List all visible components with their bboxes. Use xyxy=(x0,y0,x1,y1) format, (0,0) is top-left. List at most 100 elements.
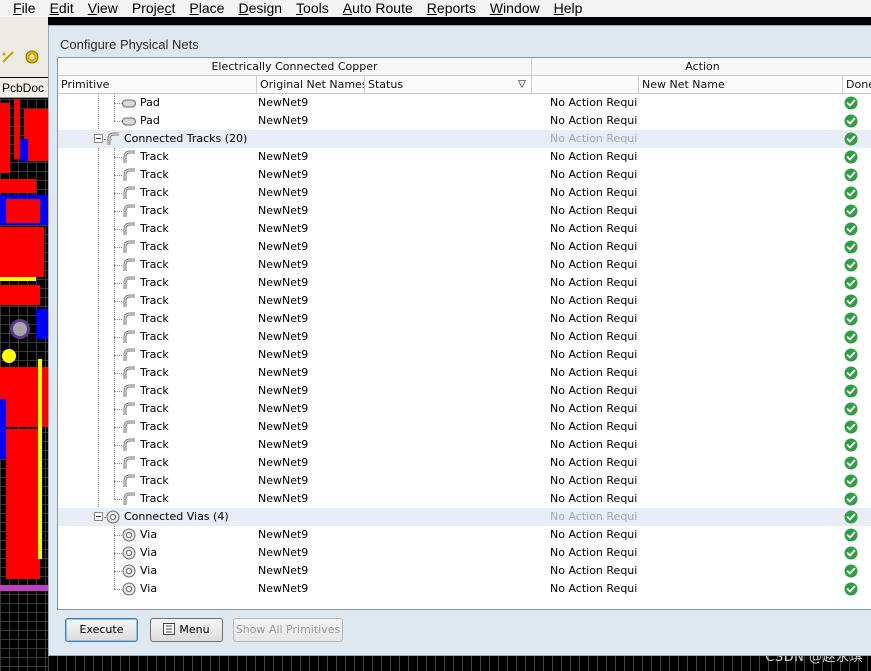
group-row[interactable]: Connected Tracks (20) No Action Requir xyxy=(58,130,871,148)
menu-window[interactable]: Window xyxy=(483,1,547,16)
menu-file[interactable]: File xyxy=(0,1,43,16)
original-net-cell xyxy=(258,130,364,148)
menu-auto-route[interactable]: Auto Route xyxy=(336,1,420,16)
done-check-icon xyxy=(844,492,858,506)
table-row[interactable]: Track NewNet9 No Action Requir xyxy=(58,472,871,490)
action-cell[interactable]: No Action Requir xyxy=(550,508,638,526)
table-row[interactable]: Pad NewNet9 No Action Requir xyxy=(58,94,871,112)
table-row[interactable]: Track NewNet9 No Action Requir xyxy=(58,436,871,454)
menu-view[interactable]: View xyxy=(81,1,125,16)
table-row[interactable]: Track NewNet9 No Action Requir xyxy=(58,166,871,184)
action-cell[interactable]: No Action Requir xyxy=(550,220,638,238)
action-cell[interactable]: No Action Requir xyxy=(550,274,638,292)
action-cell[interactable]: No Action Requir xyxy=(550,454,638,472)
table-row[interactable]: Track NewNet9 No Action Requir xyxy=(58,454,871,472)
table-row[interactable]: Track NewNet9 No Action Requir xyxy=(58,490,871,508)
menu-place[interactable]: Place xyxy=(182,1,231,16)
action-cell[interactable]: No Action Requir xyxy=(550,562,638,580)
action-cell[interactable]: No Action Requir xyxy=(550,364,638,382)
table-row[interactable]: Track NewNet9 No Action Requir xyxy=(58,382,871,400)
via-tool-icon[interactable] xyxy=(25,50,39,64)
menu-accelerator: T xyxy=(296,0,304,16)
table-row[interactable]: Pad NewNet9 No Action Requir xyxy=(58,112,871,130)
action-cell[interactable]: No Action Requir xyxy=(550,184,638,202)
action-cell[interactable]: No Action Requir xyxy=(550,94,638,112)
collapse-toggle[interactable] xyxy=(94,134,103,143)
table-row[interactable]: Track NewNet9 No Action Requir xyxy=(58,238,871,256)
action-cell[interactable]: No Action Requir xyxy=(550,328,638,346)
table-row[interactable]: Track NewNet9 No Action Requir xyxy=(58,418,871,436)
action-cell[interactable]: No Action Requir xyxy=(550,382,638,400)
original-net-cell: NewNet9 xyxy=(258,294,309,307)
column-header-original-net-names[interactable]: Original Net Names xyxy=(257,76,365,94)
action-cell[interactable]: No Action Requir xyxy=(550,346,638,364)
column-header-action-blank[interactable] xyxy=(532,76,639,94)
action-cell[interactable]: No Action Requir xyxy=(550,526,638,544)
column-header-new-net-name[interactable]: New Net Name xyxy=(639,76,843,94)
action-cell[interactable]: No Action Requir xyxy=(550,544,638,562)
pcb-document-tab[interactable]: PcbDoc * xyxy=(0,78,48,98)
table-row[interactable]: Via NewNet9 No Action Requir xyxy=(58,526,871,544)
table-row[interactable]: Track NewNet9 No Action Requir xyxy=(58,148,871,166)
track-icon xyxy=(123,276,135,289)
track-icon xyxy=(123,456,135,469)
table-row[interactable]: Track NewNet9 No Action Requir xyxy=(58,220,871,238)
nets-grid[interactable]: Electrically Connected Copper Action Pri… xyxy=(57,57,871,610)
menu-design[interactable]: Design xyxy=(231,1,289,16)
column-header-primitive[interactable]: Primitive xyxy=(58,76,257,94)
table-row[interactable]: Via NewNet9 No Action Requir xyxy=(58,562,871,580)
execute-button[interactable]: Execute xyxy=(65,618,138,642)
table-row[interactable]: Track NewNet9 No Action Requir xyxy=(58,346,871,364)
pcb-canvas[interactable] xyxy=(0,99,48,671)
action-cell[interactable]: No Action Requir xyxy=(550,202,638,220)
table-row[interactable]: Track NewNet9 No Action Requir xyxy=(58,256,871,274)
table-row[interactable]: Track NewNet9 No Action Requir xyxy=(58,292,871,310)
primitive-cell: Track xyxy=(140,402,169,415)
column-header-done[interactable]: Done xyxy=(843,76,871,94)
menu-edit[interactable]: Edit xyxy=(43,1,81,16)
primitive-cell: Track xyxy=(140,438,169,451)
action-cell[interactable]: No Action Requir xyxy=(550,310,638,328)
primitive-cell: Track xyxy=(140,222,169,235)
table-row[interactable]: Track NewNet9 No Action Requir xyxy=(58,310,871,328)
show-all-primitives-button[interactable]: Show All Primitives xyxy=(233,618,343,642)
table-row[interactable]: Via NewNet9 No Action Requir xyxy=(58,544,871,562)
group-row[interactable]: Connected Vias (4) No Action Requir xyxy=(58,508,871,526)
action-cell[interactable]: No Action Requir xyxy=(550,256,638,274)
action-cell[interactable]: No Action Requir xyxy=(550,292,638,310)
action-cell[interactable]: No Action Requir xyxy=(550,148,638,166)
table-row[interactable]: Track NewNet9 No Action Requir xyxy=(58,274,871,292)
action-cell[interactable]: No Action Requir xyxy=(550,436,638,454)
primitive-cell: Track xyxy=(140,312,169,325)
done-check-icon xyxy=(844,276,858,290)
table-row[interactable]: Via NewNet9 No Action Requir xyxy=(58,580,871,598)
action-cell[interactable]: No Action Requir xyxy=(550,418,638,436)
action-cell[interactable]: No Action Requir xyxy=(550,400,638,418)
route-tool-icon[interactable] xyxy=(1,50,15,64)
table-row[interactable]: Track NewNet9 No Action Requir xyxy=(58,400,871,418)
action-cell[interactable]: No Action Requir xyxy=(550,238,638,256)
track-icon xyxy=(123,366,135,379)
column-header-status[interactable]: Status xyxy=(365,76,532,94)
menu-reports[interactable]: Reports xyxy=(420,1,483,16)
table-row[interactable]: Track NewNet9 No Action Requir xyxy=(58,364,871,382)
header-action-group: Action xyxy=(685,60,720,73)
filter-icon[interactable] xyxy=(518,80,526,88)
tree-line xyxy=(114,427,122,428)
collapse-toggle[interactable] xyxy=(94,512,103,521)
action-cell[interactable]: No Action Requir xyxy=(550,112,638,130)
menu-help[interactable]: Help xyxy=(547,1,590,16)
dialog-title: Configure Physical Nets xyxy=(60,37,199,52)
table-row[interactable]: Track NewNet9 No Action Requir xyxy=(58,184,871,202)
action-cell[interactable]: No Action Requir xyxy=(550,166,638,184)
table-row[interactable]: Track NewNet9 No Action Requir xyxy=(58,202,871,220)
action-cell[interactable]: No Action Requir xyxy=(550,490,638,508)
menu-button[interactable]: Menu xyxy=(150,618,223,642)
action-cell[interactable]: No Action Requir xyxy=(550,130,638,148)
action-cell[interactable]: No Action Requir xyxy=(550,580,638,598)
action-cell[interactable]: No Action Requir xyxy=(550,472,638,490)
menu-project[interactable]: Project xyxy=(125,1,183,16)
menu-tools[interactable]: Tools xyxy=(289,1,336,16)
table-row[interactable]: Track NewNet9 No Action Requir xyxy=(58,328,871,346)
primitive-cell: Pad xyxy=(140,96,160,109)
